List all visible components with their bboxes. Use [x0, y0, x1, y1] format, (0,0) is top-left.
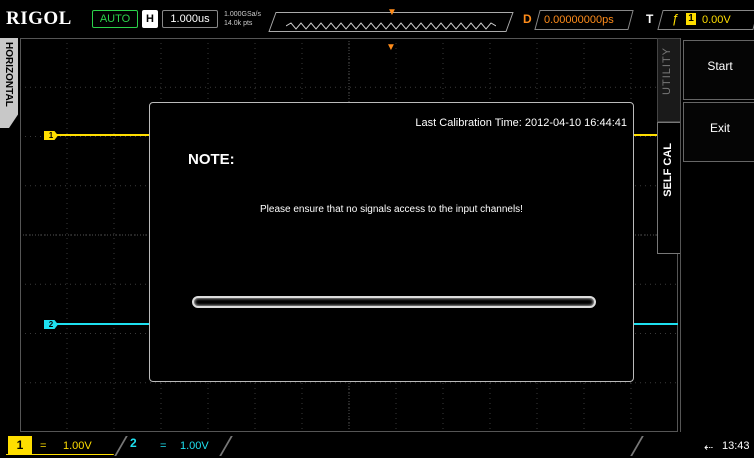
horizontal-tab[interactable]: HORIZONTAL [0, 38, 18, 128]
self-cal-dialog: Last Calibration Time: 2012-04-10 16:44:… [149, 102, 634, 382]
divider [114, 436, 128, 456]
memory-overview-waveform [286, 22, 496, 30]
usb-icon: ⇠ [704, 442, 714, 454]
divider [219, 436, 233, 456]
start-label: Start [707, 59, 733, 73]
sample-rate: 1.000GSa/s [224, 11, 261, 18]
trigger-marker-icon: ▼ [386, 42, 396, 53]
top-status-bar: RIGOL AUTO H 1.000us 1.000GSa/s 14.0k pt… [0, 0, 754, 36]
exit-button[interactable]: Exit [683, 102, 754, 162]
ch2-number-badge[interactable]: 2 [130, 436, 137, 450]
softkey-menu: Start Exit [680, 38, 754, 432]
trigger-position-icon: ▼ [387, 7, 397, 18]
horizontal-tab-label: HORIZONTAL [3, 42, 14, 107]
delay-value: 0.00000000ps [544, 14, 614, 26]
exit-label: Exit [709, 121, 730, 135]
trigger-level: 0.00V [702, 14, 731, 26]
last-calibration-time: Last Calibration Time: 2012-04-10 16:44:… [415, 117, 627, 129]
horizontal-label: H [142, 10, 158, 28]
tab-self-cal-label: SELF CAL [662, 143, 674, 197]
note-title: NOTE: [188, 151, 235, 168]
note-message: Please ensure that no signals access to … [260, 204, 523, 215]
run-state-badge[interactable]: AUTO [92, 10, 138, 28]
bottom-status-bar: 1 = 1.00V 2 = 1.00V ⇠ 13:43 [0, 432, 754, 458]
delay-label: D [523, 12, 532, 26]
divider [630, 436, 644, 456]
tab-self-cal[interactable]: SELF CAL [657, 122, 681, 254]
tab-utility-label: UTILITY [661, 47, 673, 95]
rigol-logo: RIGOL [6, 8, 72, 29]
menu-tabs: UTILITY SELF CAL [657, 38, 681, 432]
clock-time: 13:43 [722, 440, 750, 452]
start-button[interactable]: Start [683, 40, 754, 100]
ch1-coupling: = [40, 440, 47, 452]
ch1-number-badge[interactable]: 1 [8, 436, 32, 454]
rising-edge-icon: ƒ [672, 11, 680, 26]
ch2-scale: 1.00V [180, 440, 209, 452]
trigger-channel-badge: 1 [686, 13, 696, 25]
trigger-label: T [646, 12, 654, 26]
ch2-coupling: = [160, 440, 167, 452]
memory-depth: 14.0k pts [224, 20, 253, 27]
sample-info: 1.000GSa/s 14.0k pts [224, 10, 261, 28]
timebase-value[interactable]: 1.000us [162, 10, 218, 28]
ch1-scale: 1.00V [63, 440, 92, 452]
calibration-progress-bar [192, 296, 596, 308]
tab-utility[interactable]: UTILITY [657, 38, 681, 122]
